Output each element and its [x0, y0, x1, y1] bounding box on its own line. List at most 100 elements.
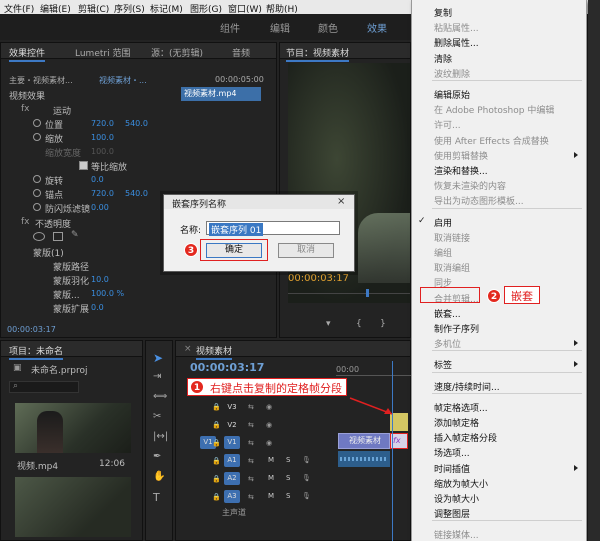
anchor-x-value[interactable]: 720.0 [91, 189, 114, 198]
mute-button[interactable]: M [268, 474, 274, 482]
scale-value[interactable]: 100.0 [91, 133, 114, 142]
mic-icon[interactable]: 🎙 [302, 492, 311, 500]
timeline-close-icon[interactable]: × [184, 344, 192, 354]
position-x-value[interactable]: 720.0 [91, 119, 114, 128]
ellipse-mask-icon[interactable] [33, 232, 45, 241]
lock-icon[interactable]: 🔒 [212, 493, 221, 501]
lock-icon[interactable]: 🔒 [212, 457, 221, 465]
stopwatch-icon[interactable] [33, 175, 41, 183]
mark-out-icon[interactable]: } [380, 319, 386, 329]
lock-icon[interactable]: 🔒 [212, 403, 221, 411]
ripple-edit-icon[interactable]: ⟺ [153, 391, 167, 402]
sync-icon[interactable]: ⇆ [248, 439, 254, 447]
context-menu-item[interactable]: 时间插值 [434, 462, 470, 475]
position-y-value[interactable]: 540.0 [125, 119, 148, 128]
dialog-close-icon[interactable]: × [337, 196, 345, 207]
workspace-tab-effects[interactable]: 效果 [367, 20, 387, 35]
mask-feather-value[interactable]: 10.0 [91, 275, 109, 284]
timeline-title[interactable]: 视频素材 [196, 344, 233, 360]
sync-icon[interactable]: ⇆ [248, 403, 254, 411]
sequence-clip-label[interactable]: 视频素材・... [99, 75, 147, 86]
type-tool-icon[interactable]: T [153, 491, 160, 504]
context-menu-item[interactable]: 制作子序列 [434, 322, 479, 335]
program-scrub-bar[interactable] [288, 293, 410, 294]
tab-audio[interactable]: 音频 [232, 46, 250, 59]
workspace-tab-editing[interactable]: 编辑 [270, 20, 290, 35]
context-menu-item[interactable]: 清除 [434, 52, 452, 65]
mask-label[interactable]: 蒙版(1) [33, 246, 64, 259]
project-title[interactable]: 项目：未命名 [9, 344, 64, 360]
sync-icon[interactable]: ⇆ [248, 493, 254, 501]
tab-lumetri-scopes[interactable]: Lumetri 范围 [75, 46, 130, 59]
timeline-playhead[interactable] [392, 361, 393, 541]
context-menu-item[interactable]: 插入帧定格分段 [434, 431, 497, 444]
mute-button[interactable]: M [268, 456, 274, 464]
track-v3[interactable]: V3 [224, 401, 240, 414]
context-menu-item[interactable]: 编辑原始 [434, 88, 470, 101]
sync-icon[interactable]: ⇆ [248, 475, 254, 483]
workspace-tab-color[interactable]: 颜色 [318, 20, 338, 35]
pen-icon[interactable]: ✒ [153, 451, 161, 462]
context-menu-item[interactable]: 添加帧定格 [434, 416, 479, 429]
eye-icon[interactable]: ◉ [266, 403, 272, 411]
project-item-thumbnail[interactable] [15, 403, 131, 453]
rectangle-mask-icon[interactable] [53, 232, 63, 241]
mic-icon[interactable]: 🎙 [302, 456, 311, 464]
stopwatch-icon[interactable] [33, 189, 41, 197]
context-menu-item[interactable]: 场选项... [434, 446, 470, 459]
solo-button[interactable]: S [286, 456, 290, 464]
a1-clip[interactable] [338, 451, 390, 467]
uniform-scale-checkbox[interactable] [79, 161, 88, 170]
context-menu-item[interactable]: 调整图层 [434, 507, 470, 520]
track-v2[interactable]: V2 [224, 419, 240, 432]
context-menu-item[interactable]: 帧定格选项... [434, 401, 488, 414]
lock-icon[interactable]: 🔒 [212, 421, 221, 429]
track-a2[interactable]: A2 [224, 472, 240, 485]
sync-icon[interactable]: ⇆ [248, 457, 254, 465]
tab-effect-controls[interactable]: 效果控件 [9, 46, 46, 62]
mark-in-icon[interactable]: { [356, 319, 362, 329]
context-menu-item[interactable]: 复制 [434, 6, 452, 19]
context-menu-item[interactable]: 启用 [434, 216, 452, 229]
context-menu-item[interactable]: 渲染和替换... [434, 164, 488, 177]
context-menu-item[interactable]: 标签 [434, 358, 452, 371]
lock-icon[interactable]: 🔒 [212, 475, 221, 483]
program-monitor-title[interactable]: 节目：视频素材 [286, 46, 350, 62]
rotation-value[interactable]: 0.0 [91, 175, 104, 184]
context-menu-item[interactable]: 缩放为帧大小 [434, 477, 488, 490]
hand-icon[interactable]: ✋ [153, 471, 165, 482]
motion-label[interactable]: 运动 [53, 104, 71, 117]
mask-expand-value[interactable]: 0.0 [91, 303, 104, 312]
mic-icon[interactable]: 🎙 [302, 474, 311, 482]
context-menu-item[interactable]: 删除属性... [434, 36, 479, 49]
opacity-label[interactable]: 不透明度 [35, 217, 71, 230]
context-menu-item[interactable]: 设为帧大小 [434, 492, 479, 505]
stopwatch-icon[interactable] [33, 119, 41, 127]
stopwatch-icon[interactable] [33, 203, 41, 211]
track-a3[interactable]: A3 [224, 490, 240, 503]
razor-icon[interactable]: ✂ [153, 411, 161, 422]
sync-icon[interactable]: ⇆ [248, 421, 254, 429]
dialog-cancel-button[interactable]: 取消 [278, 243, 334, 258]
timeline-ruler[interactable] [336, 375, 412, 376]
project-search-input[interactable] [9, 381, 79, 393]
project-item-thumbnail-2[interactable] [15, 477, 131, 537]
dialog-name-input[interactable]: 嵌套序列 01 [206, 221, 340, 236]
pen-mask-icon[interactable]: ✎ [71, 230, 79, 240]
selection-tool-icon[interactable]: ➤ [153, 351, 163, 365]
context-menu-item[interactable]: 速度/持续时间... [434, 380, 500, 393]
ec-clip-bar[interactable]: 视频素材.mp4 [181, 87, 261, 101]
solo-button[interactable]: S [286, 474, 290, 482]
eye-icon[interactable]: ◉ [266, 439, 272, 447]
eye-icon[interactable]: ◉ [266, 421, 272, 429]
master-clip-label[interactable]: 主要・视频素材... [9, 75, 73, 86]
v1-clip[interactable]: 视频素材 [338, 433, 390, 449]
track-select-icon[interactable]: ⇥ [153, 371, 161, 382]
mute-button[interactable]: M [268, 492, 274, 500]
program-playhead[interactable] [366, 289, 369, 297]
workspace-tab-assembly[interactable]: 组件 [220, 20, 240, 35]
solo-button[interactable]: S [286, 492, 290, 500]
project-item-name[interactable]: 视频.mp4 [17, 459, 58, 472]
timeline-timecode[interactable]: 00:00:03:17 [190, 361, 264, 374]
context-menu-item[interactable]: 嵌套... [434, 307, 461, 320]
